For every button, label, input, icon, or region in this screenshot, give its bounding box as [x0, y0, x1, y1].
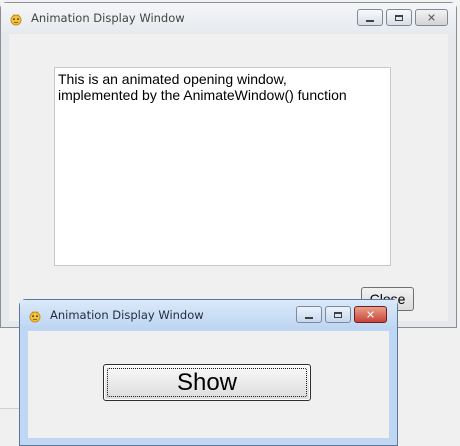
window-title: Animation Display Window	[50, 308, 204, 322]
textbox-line: implemented by the AnimateWindow() funct…	[58, 87, 347, 103]
minimize-icon	[366, 19, 374, 22]
front-window-client: Show	[28, 331, 389, 438]
app-icon	[9, 11, 23, 26]
desktop-area	[0, 408, 20, 446]
show-button-label: Show	[176, 369, 238, 396]
minimize-button[interactable]	[296, 306, 322, 323]
maximize-icon	[395, 14, 403, 21]
minimize-button[interactable]	[357, 9, 383, 26]
caption-buttons: ✕	[296, 306, 387, 323]
desktop-area	[398, 327, 460, 446]
message-textbox[interactable]: This is an animated opening window, impl…	[54, 67, 391, 266]
front-window-titlebar[interactable]: Animation Display Window ✕	[20, 300, 397, 330]
close-window-button[interactable]: ✕	[415, 9, 448, 26]
maximize-button[interactable]	[386, 9, 412, 26]
maximize-button[interactable]	[325, 306, 351, 323]
minimize-icon	[305, 316, 313, 319]
caption-buttons: ✕	[357, 9, 448, 26]
close-icon: ✕	[426, 11, 437, 24]
maximize-icon	[334, 311, 342, 318]
textbox-line: This is an animated opening window,	[58, 71, 287, 87]
close-window-button[interactable]: ✕	[354, 306, 387, 323]
back-window-titlebar[interactable]: Animation Display Window ✕	[1, 3, 456, 33]
show-button[interactable]: Show	[103, 364, 311, 401]
front-window: Animation Display Window ✕ Show	[19, 299, 398, 446]
back-window-client: This is an animated opening window, impl…	[9, 34, 448, 321]
close-icon: ✕	[365, 308, 376, 321]
window-title: Animation Display Window	[31, 11, 185, 25]
app-icon	[28, 308, 42, 323]
back-window: Animation Display Window ✕ This is an an…	[0, 2, 457, 328]
